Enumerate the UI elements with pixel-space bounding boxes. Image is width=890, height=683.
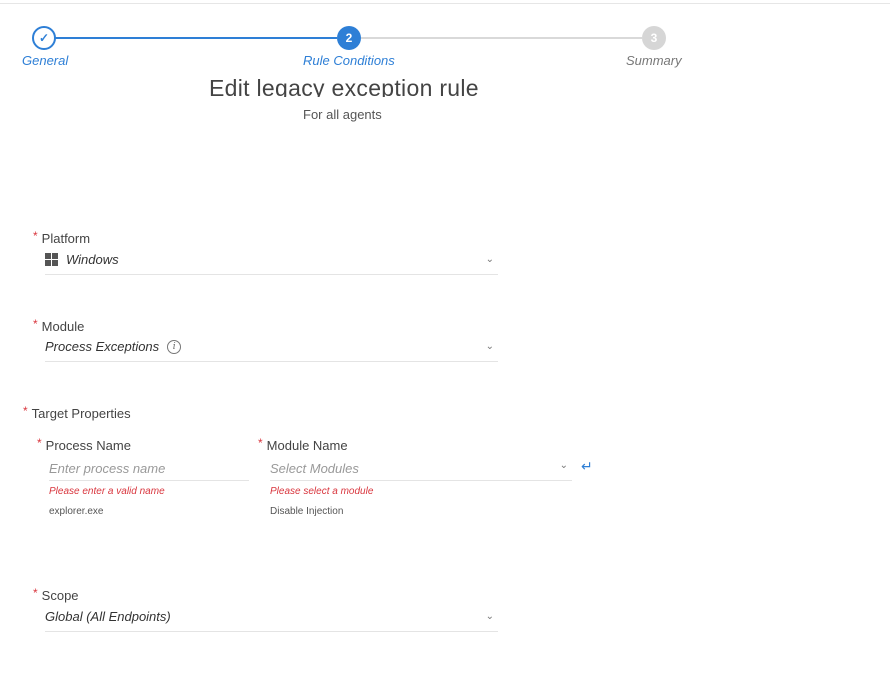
stepper-line-pending [361, 37, 642, 39]
required-marker: * [258, 436, 263, 450]
chevron-down-icon[interactable]: ⌄ [486, 341, 494, 352]
process-name-label: * Process Name [37, 436, 131, 453]
required-marker: * [33, 586, 38, 600]
step-general-check-icon[interactable]: ✓ [32, 26, 56, 50]
module-name-hint: Disable Injection [270, 506, 344, 517]
process-name-field[interactable] [49, 458, 249, 481]
enter-icon[interactable]: ↵ [581, 458, 593, 475]
page-subtitle: For all agents [303, 107, 382, 122]
stepper-line-completed [55, 37, 337, 39]
process-name-hint: explorer.exe [49, 506, 104, 517]
info-icon[interactable]: i [167, 339, 182, 354]
module-name-input[interactable] [270, 458, 540, 478]
step-rule-conditions-number[interactable]: 2 [337, 26, 361, 50]
step-general-label[interactable]: General [22, 53, 68, 68]
platform-value: Windows [66, 252, 119, 267]
platform-select[interactable]: Windows ⌄ [45, 252, 498, 275]
wizard-stepper: ✓ 2 3 General Rule Conditions Summary [0, 0, 890, 75]
scope-select[interactable]: Global (All Endpoints) ⌄ [45, 609, 498, 632]
step-rule-conditions-label[interactable]: Rule Conditions [303, 53, 395, 68]
required-marker: * [37, 436, 42, 450]
module-name-error: Please select a module [270, 486, 374, 497]
scope-label: * Scope [33, 586, 79, 603]
scope-value: Global (All Endpoints) [45, 609, 171, 624]
required-marker: * [23, 404, 28, 418]
chevron-down-icon[interactable]: ⌄ [560, 460, 568, 471]
step-summary-number: 3 [642, 26, 666, 50]
step-summary-label: Summary [626, 53, 682, 68]
required-marker: * [33, 229, 38, 243]
module-name-select[interactable]: ⌄ [270, 458, 572, 481]
page-title: Edit legacy exception rule [209, 75, 479, 97]
process-name-error: Please enter a valid name [49, 486, 165, 497]
chevron-down-icon[interactable]: ⌄ [486, 611, 494, 622]
platform-label: * Platform [33, 229, 91, 246]
target-properties-label: * Target Properties [23, 404, 131, 421]
module-name-label: * Module Name [258, 436, 348, 453]
process-name-input[interactable] [49, 458, 249, 478]
module-label: * Module [33, 317, 85, 334]
required-marker: * [33, 317, 38, 331]
module-select[interactable]: Process Exceptions i ⌄ [45, 339, 498, 362]
chevron-down-icon[interactable]: ⌄ [486, 254, 494, 265]
windows-icon [45, 253, 58, 266]
module-value: Process Exceptions [45, 339, 160, 354]
